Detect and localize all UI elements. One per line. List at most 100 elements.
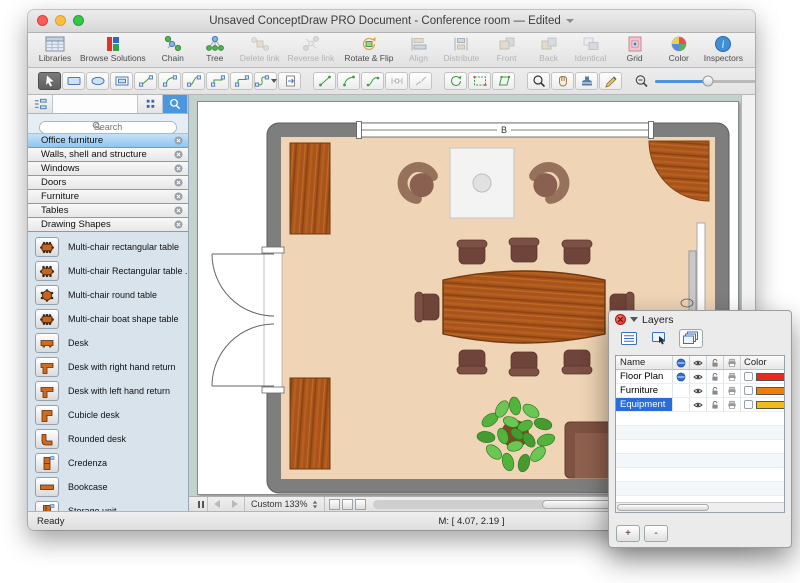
- dropdown-caret-icon[interactable]: [271, 79, 277, 83]
- pause-updates-button[interactable]: [189, 497, 208, 511]
- chain-button[interactable]: Chain: [156, 34, 190, 63]
- inspectors-button[interactable]: iInspectors: [704, 34, 743, 63]
- layer-color-cell[interactable]: [741, 400, 785, 409]
- layer-print-cell[interactable]: [724, 398, 741, 411]
- shape-item[interactable]: Multi-chair rectangular table: [28, 235, 188, 259]
- layer-color-swatch[interactable]: [756, 387, 785, 395]
- tree-button[interactable]: Tree: [198, 34, 232, 63]
- column-print[interactable]: [724, 356, 741, 369]
- column-color[interactable]: Color: [741, 356, 784, 369]
- select-tool[interactable]: [38, 72, 61, 90]
- browse-solutions-button[interactable]: Browse Solutions: [80, 34, 146, 63]
- layer-row-equipment[interactable]: Equipment: [616, 398, 784, 412]
- shape-desk-button[interactable]: [35, 333, 59, 353]
- delete-link-button[interactable]: Delete link: [240, 34, 280, 63]
- shape-desk-left-button[interactable]: [35, 381, 59, 401]
- close-icon[interactable]: [174, 136, 183, 145]
- layer-visible-cell[interactable]: [690, 370, 707, 383]
- layer-print-cell[interactable]: [724, 370, 741, 383]
- column-visible[interactable]: [690, 356, 707, 369]
- sidebar-category-doors[interactable]: Doors: [28, 176, 188, 190]
- shape-boat-table-button[interactable]: [35, 309, 59, 329]
- next-page-icon[interactable]: [232, 500, 238, 508]
- credenza-top-left[interactable]: [290, 143, 330, 234]
- layers-palette-titlebar[interactable]: Layers: [609, 311, 791, 328]
- shape-item[interactable]: Desk with left hand return: [28, 379, 188, 403]
- insert-object-tool[interactable]: [278, 72, 301, 90]
- layer-color-cell[interactable]: [741, 386, 785, 395]
- column-lock[interactable]: [707, 356, 724, 369]
- pan-tool[interactable]: [551, 72, 574, 90]
- zoom-level-select[interactable]: Custom 133%: [244, 497, 325, 511]
- sidebar-category-office-furniture[interactable]: Office furniture: [28, 134, 188, 148]
- arc-tool[interactable]: [337, 72, 360, 90]
- distort-tool[interactable]: [492, 72, 515, 90]
- layer-stack-button[interactable]: [679, 329, 703, 348]
- sidebar-category-tables[interactable]: Tables: [28, 204, 188, 218]
- smart-connector-tool[interactable]: [206, 72, 229, 90]
- rotate-flip-button[interactable]: Rotate & Flip: [344, 34, 393, 63]
- layer-lock-cell[interactable]: [707, 370, 724, 383]
- previous-page-icon[interactable]: [214, 500, 220, 508]
- shape-cubicle-desk-button[interactable]: [35, 405, 59, 425]
- shape-item[interactable]: Credenza: [28, 451, 188, 475]
- shape-item[interactable]: Rounded desk: [28, 427, 188, 451]
- shape-item[interactable]: Storage unit: [28, 499, 188, 511]
- page-view-button-1[interactable]: [329, 499, 340, 510]
- layer-color-checkbox[interactable]: [744, 372, 753, 381]
- shape-item[interactable]: Desk with right hand return: [28, 355, 188, 379]
- layer-color-cell[interactable]: [741, 372, 785, 381]
- close-window-button[interactable]: [37, 15, 48, 26]
- layer-visible-cell[interactable]: [690, 384, 707, 397]
- select-area-tool[interactable]: [468, 72, 491, 90]
- shape-item[interactable]: Bookcase: [28, 475, 188, 499]
- layers-horizontal-scrollbar[interactable]: [616, 502, 784, 512]
- ellipse-tool[interactable]: [86, 72, 109, 90]
- rotate-tool[interactable]: [444, 72, 467, 90]
- close-icon[interactable]: [174, 206, 183, 215]
- page-view-button-2[interactable]: [342, 499, 353, 510]
- disclosure-triangle-icon[interactable]: [630, 317, 638, 322]
- minimize-window-button[interactable]: [55, 15, 66, 26]
- layer-name[interactable]: Equipment: [616, 398, 673, 411]
- rectangle-tool[interactable]: [62, 72, 85, 90]
- split-tool[interactable]: [409, 72, 432, 90]
- shape-item[interactable]: Multi-chair Rectangular table ...: [28, 259, 188, 283]
- shape-storage-unit-button[interactable]: [35, 501, 59, 511]
- layer-visible-cell[interactable]: [690, 398, 707, 411]
- shape-round-table-button[interactable]: [35, 285, 59, 305]
- arc-connector-tool[interactable]: [158, 72, 181, 90]
- chevron-down-icon[interactable]: [566, 19, 574, 23]
- direct-connector-tool[interactable]: [134, 72, 157, 90]
- sidebar-category-walls-shell-and-structure[interactable]: Walls, shell and structure: [28, 148, 188, 162]
- close-icon[interactable]: [174, 150, 183, 159]
- select-layer-objects-button[interactable]: [648, 329, 672, 348]
- close-palette-button[interactable]: [615, 314, 626, 325]
- page-view-button-3[interactable]: [355, 499, 366, 510]
- shape-rect-table-button[interactable]: [35, 237, 59, 257]
- libraries-button[interactable]: Libraries: [38, 34, 72, 63]
- layer-name[interactable]: Furniture: [616, 384, 673, 397]
- bezier-connector-tool[interactable]: [182, 72, 205, 90]
- column-active[interactable]: [673, 356, 690, 369]
- line-tool[interactable]: [313, 72, 336, 90]
- shape-item[interactable]: Multi-chair boat shape table: [28, 307, 188, 331]
- layer-properties-button[interactable]: [617, 329, 641, 348]
- sidebar-category-furniture[interactable]: Furniture: [28, 190, 188, 204]
- layer-color-swatch[interactable]: [756, 373, 785, 381]
- curved-connector-tool[interactable]: [254, 72, 277, 90]
- layer-active-cell[interactable]: [673, 370, 690, 383]
- layer-active-cell[interactable]: [673, 384, 690, 397]
- color-button[interactable]: Color: [662, 34, 696, 63]
- layer-row-floor-plan[interactable]: Floor Plan: [616, 370, 784, 384]
- back-button[interactable]: Back: [532, 34, 566, 63]
- layer-color-checkbox[interactable]: [744, 400, 753, 409]
- pencil-tool[interactable]: [599, 72, 622, 90]
- side-table[interactable]: [450, 148, 514, 218]
- column-name[interactable]: Name: [616, 356, 673, 369]
- shape-item[interactable]: Cubicle desk: [28, 403, 188, 427]
- layer-color-checkbox[interactable]: [744, 386, 753, 395]
- bezier-tool[interactable]: [361, 72, 384, 90]
- shape-bookcase-button[interactable]: [35, 477, 59, 497]
- zoom-out-icon[interactable]: [634, 74, 649, 88]
